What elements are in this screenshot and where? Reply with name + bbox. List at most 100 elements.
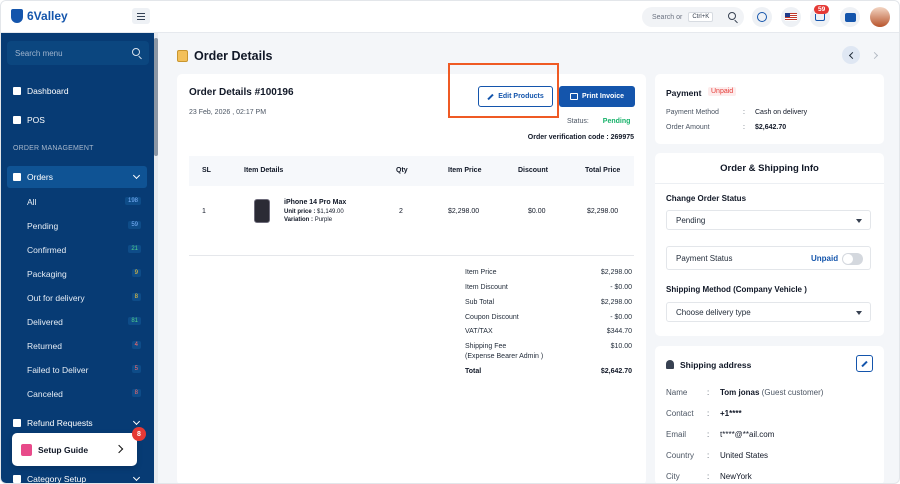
shipping-address-title: Shipping address xyxy=(680,360,752,370)
globe-icon xyxy=(757,12,767,22)
chevron-down-icon xyxy=(132,473,141,482)
subitem-label: Delivered xyxy=(27,317,63,327)
edit-address-button[interactable] xyxy=(856,355,873,372)
subitem-label: Pending xyxy=(27,221,59,231)
chevron-down-icon xyxy=(132,171,141,180)
app-window: 6Valley Search or Ctrl+K 59 Search menu … xyxy=(0,0,900,484)
count-badge: 8 xyxy=(131,389,141,397)
us-flag-icon xyxy=(785,13,797,21)
sidebar-search-placeholder: Search menu xyxy=(15,48,63,58)
row-sl: 1 xyxy=(202,208,206,215)
sidebar-subitem-all[interactable]: All 198 xyxy=(1,194,155,212)
customer-name: Tom jonas xyxy=(720,388,760,397)
search-icon xyxy=(728,12,736,20)
col-item-price: Item Price xyxy=(448,167,482,174)
payment-status-row: Payment Status Unpaid xyxy=(666,246,871,270)
summary-sublabel: (Expense Bearer Admin ) xyxy=(465,353,544,360)
previous-order-button[interactable] xyxy=(842,46,860,64)
variation-value: Purple xyxy=(314,217,333,223)
sidebar-subitem-packaging[interactable]: Packaging 9 xyxy=(1,266,155,284)
summary-label: Shipping Fee xyxy=(465,343,507,350)
summary-total-label: Total xyxy=(465,368,482,375)
sidebar-item-label: Category Setup xyxy=(27,474,87,484)
summary-value: - $0.00 xyxy=(610,284,632,291)
colon: : xyxy=(707,388,710,397)
sidebar-subitem-delivered[interactable]: Delivered 81 xyxy=(1,314,155,332)
cart-icon xyxy=(815,13,825,21)
sidebar-subitem-failed-to-deliver[interactable]: Failed to Deliver 5 xyxy=(1,362,155,380)
guest-note: (Guest customer) xyxy=(761,388,824,397)
order-amount-label: Order Amount xyxy=(666,124,710,131)
print-invoice-label: Print Invoice xyxy=(581,93,624,100)
status-badge: Pending xyxy=(602,118,631,125)
sidebar-item-pos[interactable]: POS xyxy=(1,109,155,131)
search-icon xyxy=(132,48,140,56)
setup-guide-badge: 8 xyxy=(132,427,146,441)
sidebar-item-category-setup[interactable]: Category Setup xyxy=(1,468,155,484)
variation-line: Variation : Purple xyxy=(284,217,332,223)
payment-method-value: Cash on delivery xyxy=(755,109,808,116)
verification-code: Order verification code : 269975 xyxy=(527,134,634,141)
search-placeholder: Search or xyxy=(652,13,683,21)
shipping-address-card: Shipping address Name : Tom jonas (Guest… xyxy=(655,346,884,483)
page-heading: Order Details xyxy=(177,49,273,63)
summary-label: Coupon Discount xyxy=(465,314,519,321)
cart-count-badge: 59 xyxy=(814,5,830,14)
change-status-label: Change Order Status xyxy=(666,194,747,203)
top-header: 6Valley Search or Ctrl+K 59 xyxy=(1,1,899,33)
language-button[interactable] xyxy=(752,7,772,27)
subitem-label: Failed to Deliver xyxy=(27,365,89,375)
sidebar-search-input[interactable]: Search menu xyxy=(7,41,149,65)
next-order-button[interactable] xyxy=(866,46,884,64)
subitem-label: Packaging xyxy=(27,269,67,279)
sidebar-section-title: ORDER MANAGEMENT xyxy=(13,145,94,152)
count-badge: 198 xyxy=(124,197,141,205)
caret-down-icon xyxy=(856,311,862,315)
sidebar-subitem-pending[interactable]: Pending 59 xyxy=(1,218,155,236)
brand-logo[interactable]: 6Valley xyxy=(11,9,68,23)
col-sl: SL xyxy=(202,167,211,174)
sidebar-subitem-canceled[interactable]: Canceled 8 xyxy=(1,386,155,404)
summary-value: $2,298.00 xyxy=(600,269,632,276)
col-qty: Qty xyxy=(396,167,408,174)
address-label: Contact xyxy=(666,409,694,418)
order-status-select[interactable]: Pending xyxy=(666,210,871,230)
summary-total-value: $2,642.70 xyxy=(600,368,632,375)
payment-title: Payment xyxy=(666,88,702,98)
status-badge: Unpaid xyxy=(708,87,737,96)
menu-toggle-button[interactable] xyxy=(132,8,150,24)
sidebar-subitem-out-for-delivery[interactable]: Out for delivery 8 xyxy=(1,290,155,308)
colon: : xyxy=(707,472,710,481)
logo-icon xyxy=(11,9,23,23)
print-invoice-button[interactable]: Print Invoice xyxy=(559,86,635,107)
order-status: Status: Pending xyxy=(567,118,630,125)
divider xyxy=(189,255,634,256)
payment-status-toggle[interactable] xyxy=(842,253,863,265)
avatar[interactable] xyxy=(870,7,890,27)
count-badge: 21 xyxy=(128,245,141,253)
setup-guide-button[interactable]: Setup Guide xyxy=(12,433,137,466)
global-search-button[interactable]: Search or Ctrl+K xyxy=(642,7,744,27)
order-title: Order Details #100196 xyxy=(189,87,294,98)
messages-button[interactable] xyxy=(840,7,860,27)
row-discount: $0.00 xyxy=(528,208,546,215)
payment-status-value: Unpaid xyxy=(811,254,839,263)
subitem-label: Confirmed xyxy=(27,245,67,255)
shipping-info-title: Order & Shipping Info xyxy=(720,163,819,174)
order-amount-value: $2,642.70 xyxy=(755,124,787,131)
chevron-left-icon xyxy=(848,51,856,59)
unit-price-line: Unit price : $1,149.00 xyxy=(284,209,344,215)
product-image xyxy=(254,199,270,223)
address-name-value: Tom jonas (Guest customer) xyxy=(720,388,823,397)
sidebar-item-label: Dashboard xyxy=(27,86,69,96)
delivery-type-select[interactable]: Choose delivery type xyxy=(666,302,871,322)
setup-guide-label: Setup Guide xyxy=(38,445,89,455)
sidebar-subitem-returned[interactable]: Returned 4 xyxy=(1,338,155,356)
address-label: City xyxy=(666,472,680,481)
currency-flag-button[interactable] xyxy=(781,7,801,27)
sidebar-subitem-confirmed[interactable]: Confirmed 21 xyxy=(1,242,155,260)
subitem-label: All xyxy=(27,197,37,207)
sidebar-scrollbar-thumb[interactable] xyxy=(154,38,158,156)
sidebar-orders-row[interactable]: Orders xyxy=(1,166,155,188)
sidebar-item-dashboard[interactable]: Dashboard xyxy=(1,80,155,102)
